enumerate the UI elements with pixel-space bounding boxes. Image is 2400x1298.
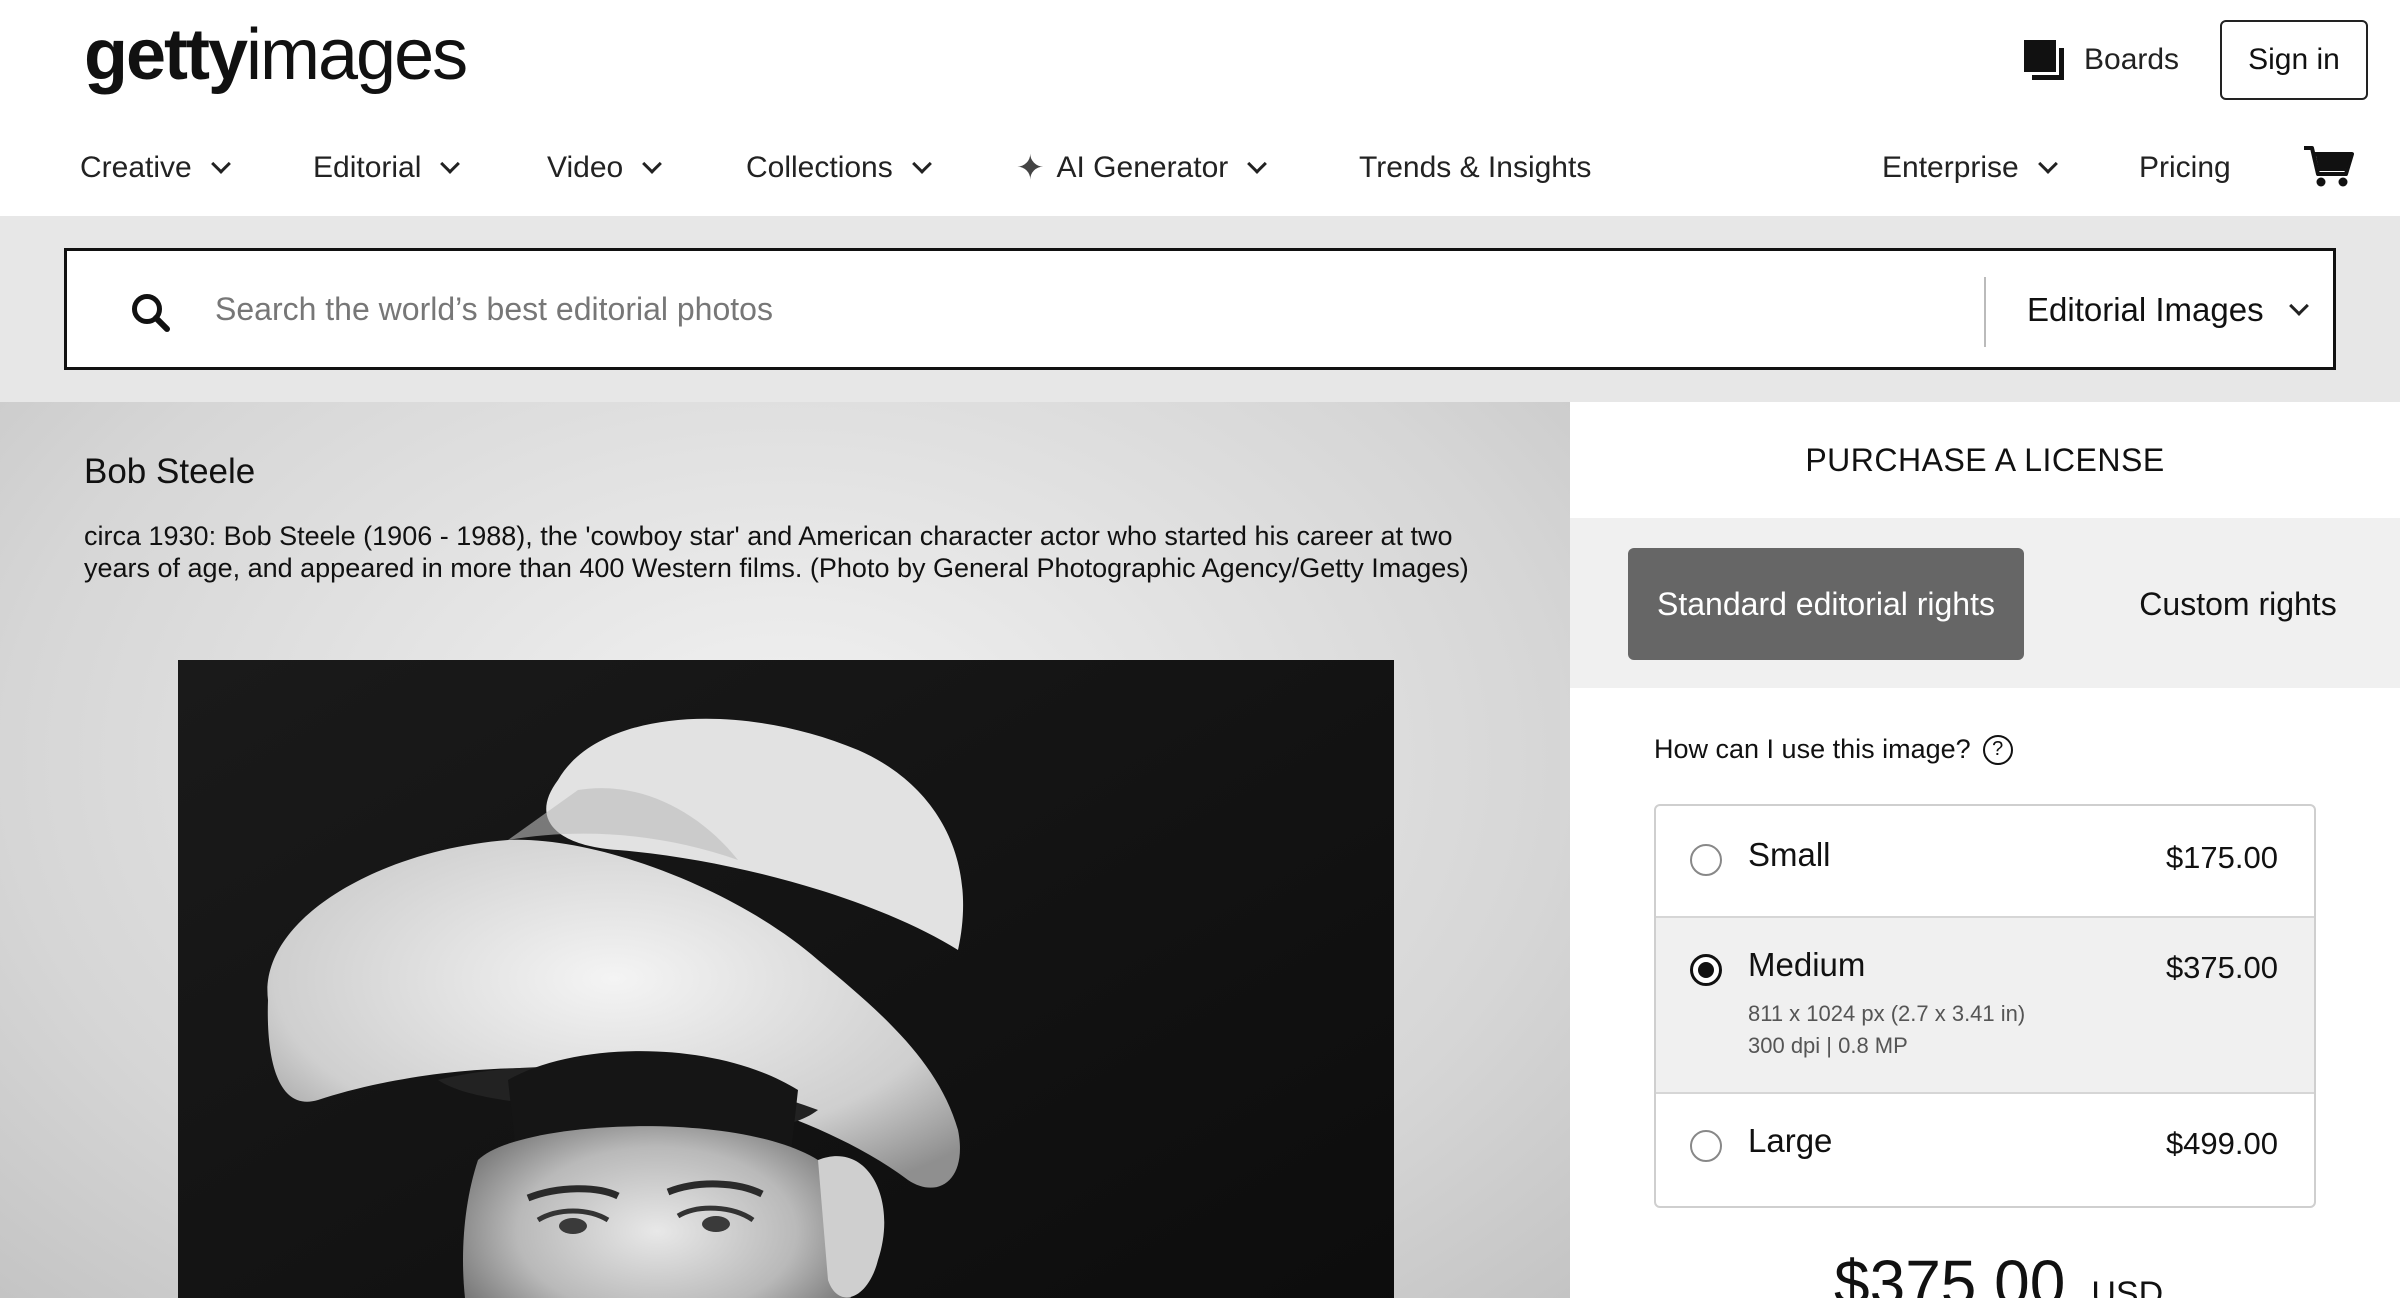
help-icon[interactable]: ? (1982, 734, 2013, 765)
radio-medium[interactable] (1690, 954, 1722, 986)
chevron-down-icon (2288, 296, 2309, 316)
nav-label: Video (547, 151, 624, 184)
sign-in-button[interactable]: Sign in (2220, 20, 2368, 100)
nav-label: Enterprise (1882, 151, 2019, 184)
total-price: $375.00 USD (1834, 1246, 2163, 1298)
nav-label: Editorial (313, 151, 422, 184)
search-box: Editorial Images (64, 248, 2336, 370)
total-currency: USD (2091, 1275, 2164, 1298)
size-label: Large (1748, 1122, 1833, 1159)
boards-link[interactable]: Boards (2024, 36, 2179, 84)
nav-label: AI Generator (1056, 151, 1229, 184)
cart-icon[interactable] (2302, 144, 2354, 188)
radio-large[interactable] (1690, 1130, 1722, 1162)
nav-item-editorial[interactable]: Editorial (313, 138, 461, 198)
search-type-dropdown[interactable]: Editorial Images (2027, 279, 2309, 341)
chevron-down-icon (440, 154, 461, 174)
size-resolution: 300 dpi | 0.8 MP (1748, 1033, 1908, 1058)
image-title: Bob Steele (84, 452, 256, 491)
tab-standard-editorial-rights[interactable]: Standard editorial rights (1628, 548, 2024, 660)
chevron-down-icon (1247, 154, 1268, 174)
size-label: Medium (1748, 946, 1866, 983)
main-nav: Creative Editorial Video Collections ✦ A… (0, 138, 2400, 198)
image-detail: Bob Steele circa 1930: Bob Steele (1906 … (0, 402, 1570, 1298)
chevron-down-icon (911, 154, 932, 174)
search-divider (1984, 277, 1986, 347)
size-label: Small (1748, 836, 1831, 873)
size-price: $375.00 (2165, 950, 2278, 985)
nav-item-ai-generator[interactable]: ✦ AI Generator (1016, 138, 1268, 198)
sparkle-icon: ✦ (1016, 149, 1045, 187)
logo-light: images (246, 15, 468, 95)
chevron-down-icon (210, 154, 231, 174)
radio-small[interactable] (1690, 844, 1722, 876)
nav-label: Pricing (2139, 151, 2231, 184)
purchase-title: PURCHASE A LICENSE (1805, 442, 2165, 478)
search-input[interactable] (215, 279, 2015, 339)
photo[interactable] (178, 660, 1394, 1298)
size-options: Small $175.00 Medium $375.00 811 x 1024 … (1654, 804, 2316, 1208)
logo-bold: getty (84, 15, 248, 95)
usage-question-label: How can I use this image? (1654, 734, 1971, 764)
search-type-label: Editorial Images (2027, 291, 2264, 328)
purchase-panel: PURCHASE A LICENSE Standard editorial ri… (1570, 402, 2400, 1298)
nav-label: Creative (80, 151, 192, 184)
size-price: $175.00 (2165, 840, 2278, 875)
size-option-large[interactable]: Large $499.00 (1656, 1094, 2314, 1206)
search-icon[interactable] (129, 291, 173, 335)
search-band: Editorial Images (0, 216, 2400, 402)
nav-label: Trends & Insights (1359, 151, 1592, 184)
nav-item-video[interactable]: Video (547, 138, 663, 198)
nav-label: Collections (746, 151, 893, 184)
nav-item-creative[interactable]: Creative (80, 138, 231, 198)
image-caption: circa 1930: Bob Steele (1906 - 1988), th… (84, 521, 1469, 583)
header: gettyimages Boards Sign in Creative Edit… (0, 0, 2400, 216)
nav-item-enterprise[interactable]: Enterprise (1882, 138, 2058, 198)
usage-question: How can I use this image? ? (1654, 734, 2013, 765)
boards-label: Boards (2084, 43, 2180, 76)
nav-item-collections[interactable]: Collections (746, 138, 932, 198)
tab-custom-rights[interactable]: Custom rights (2098, 548, 2378, 660)
size-price: $499.00 (2165, 1126, 2278, 1161)
chevron-down-icon (642, 154, 663, 174)
nav-item-pricing[interactable]: Pricing (2139, 138, 2231, 198)
nav-item-trends[interactable]: Trends & Insights (1359, 138, 1591, 198)
total-price-value: $375.00 (1834, 1247, 2066, 1298)
rights-selector: Standard editorial rights Custom rights (1570, 518, 2400, 688)
size-dimensions: 811 x 1024 px (2.7 x 3.41 in) (1748, 1001, 2026, 1026)
boards-icon (2024, 40, 2064, 80)
size-option-small[interactable]: Small $175.00 (1656, 806, 2314, 916)
page: gettyimages Boards Sign in Creative Edit… (0, 0, 2400, 1298)
logo[interactable]: gettyimages (84, 12, 468, 98)
chevron-down-icon (2037, 154, 2058, 174)
size-option-medium[interactable]: Medium $375.00 811 x 1024 px (2.7 x 3.41… (1656, 916, 2314, 1094)
photo-illustration (178, 660, 1394, 1298)
